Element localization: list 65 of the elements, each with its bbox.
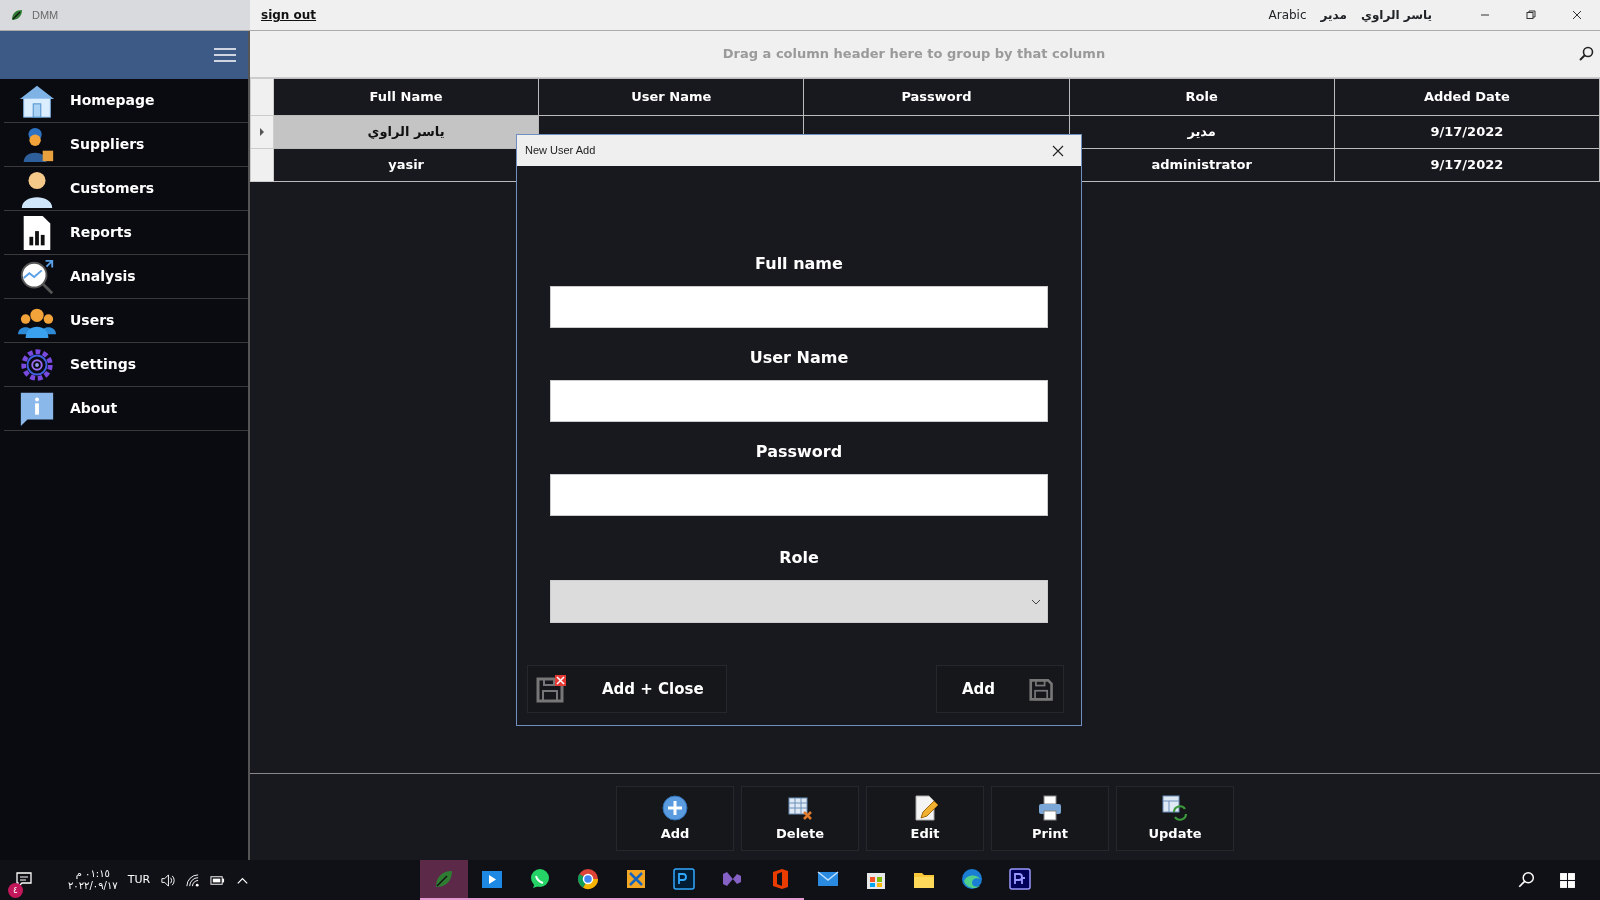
input-field[interactable] xyxy=(550,286,1048,328)
clock-date[interactable]: ٢٠٢٢/٠٩/١٧ xyxy=(68,880,118,892)
restore-icon[interactable] xyxy=(1525,9,1537,21)
table-cell: 9/17/2022 xyxy=(1334,148,1600,182)
menu-icon[interactable] xyxy=(214,48,236,62)
sidebar-item[interactable]: Homepage xyxy=(4,79,248,123)
column-header[interactable]: Full Name xyxy=(273,78,539,116)
column-header[interactable]: Role xyxy=(1069,78,1335,116)
speaker-icon[interactable] xyxy=(160,872,176,888)
wave-circle-icon xyxy=(960,867,984,891)
toolbar-button[interactable]: Print xyxy=(991,786,1109,851)
grid-corner xyxy=(250,78,274,116)
sidebar-item[interactable]: Settings xyxy=(4,343,248,387)
input-field[interactable] xyxy=(550,474,1048,516)
user-name: ياسر الراوي xyxy=(1360,7,1432,24)
table-cell: مدير xyxy=(1069,115,1335,149)
chat-bubble-icon xyxy=(528,867,552,891)
sidebar-item[interactable]: Reports xyxy=(4,211,248,255)
role-label: مدير xyxy=(1320,7,1347,24)
search-icon[interactable] xyxy=(1517,871,1535,889)
search-icon[interactable] xyxy=(1578,46,1594,62)
app-title: DMM xyxy=(32,7,59,23)
column-header[interactable]: Added Date xyxy=(1334,78,1600,116)
network-icon[interactable] xyxy=(185,872,201,888)
plus-circle-icon xyxy=(661,793,689,822)
toolbar-button[interactable]: Delete xyxy=(741,786,859,851)
group-by-hint: Drag a column header here to group by that column xyxy=(721,45,1107,64)
field-label: Password xyxy=(755,441,843,463)
input-language[interactable]: TUR xyxy=(127,871,151,889)
add-close-button[interactable]: Add + Close xyxy=(527,665,727,713)
column-header[interactable]: Password xyxy=(803,78,1070,116)
tools-icon xyxy=(624,867,648,891)
close-icon[interactable] xyxy=(1052,144,1064,157)
magnifier-chart-icon xyxy=(18,257,56,296)
input-field[interactable] xyxy=(550,380,1048,422)
colored-circle-icon xyxy=(576,867,600,891)
sidebar-item[interactable]: Users xyxy=(4,299,248,343)
floppy-close-icon xyxy=(536,675,566,703)
clock-time[interactable]: ٠١:١٥ م xyxy=(75,868,110,880)
pr-icon xyxy=(1008,867,1032,891)
language-label[interactable]: Arabic xyxy=(1268,6,1307,24)
toolbar-button[interactable]: Update xyxy=(1116,786,1234,851)
chevron-down-icon xyxy=(1031,598,1041,605)
sidebar-item[interactable]: Analysis xyxy=(4,255,248,299)
dropdown-field[interactable] xyxy=(550,580,1048,623)
sidebar-item[interactable]: Customers xyxy=(4,167,248,211)
row-pointer-icon xyxy=(259,127,265,136)
close-icon[interactable] xyxy=(1571,9,1583,21)
table-cell: 9/17/2022 xyxy=(1334,115,1600,149)
ps-icon xyxy=(672,867,696,891)
notification-count: ٤ xyxy=(8,883,23,898)
printer-icon xyxy=(1036,793,1064,822)
sign-out-link[interactable]: sign out xyxy=(250,6,317,24)
toolbar-button[interactable]: Add xyxy=(616,786,734,851)
field-label: User Name xyxy=(749,347,849,369)
add-button[interactable]: Add xyxy=(936,665,1064,713)
field-label: Role xyxy=(779,547,819,569)
field-label: Full name xyxy=(755,253,843,275)
refresh-table-icon xyxy=(1161,793,1189,822)
leaf-logo-icon xyxy=(10,8,24,22)
column-header[interactable]: User Name xyxy=(538,78,804,116)
sidebar-item[interactable]: About xyxy=(4,387,248,431)
toolbar-button[interactable]: Edit xyxy=(866,786,984,851)
sidebar-item[interactable]: Suppliers xyxy=(4,123,248,167)
windows-logo-icon[interactable] xyxy=(1559,871,1576,889)
